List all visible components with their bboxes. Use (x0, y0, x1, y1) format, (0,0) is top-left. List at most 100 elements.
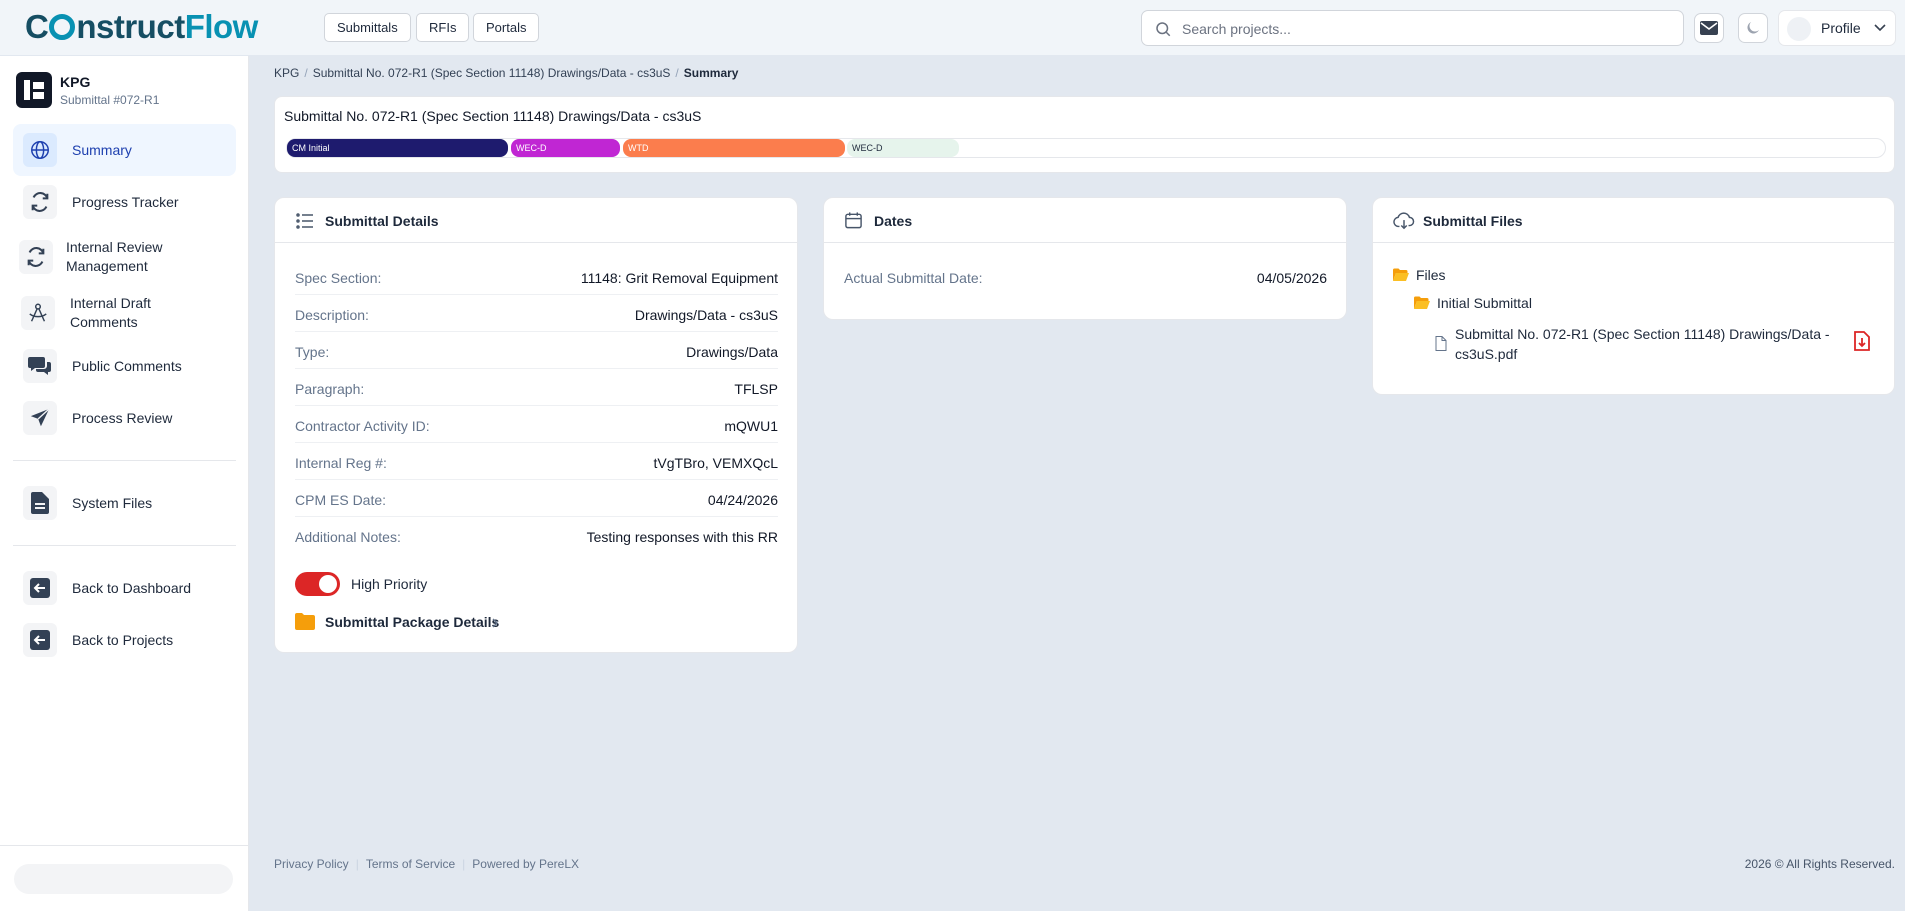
folder-icon (295, 613, 315, 630)
document-icon (1435, 336, 1447, 351)
theme-toggle-button[interactable] (1738, 13, 1768, 43)
profile-label: Profile (1821, 20, 1861, 36)
globe-icon (23, 133, 57, 167)
footer-link-privacy[interactable]: Privacy Policy (274, 857, 349, 871)
file-icon (23, 486, 57, 520)
sidebar-item-back-to-dashboard[interactable]: Back to Dashboard (13, 562, 236, 614)
package-label: Submittal Package Details (325, 614, 500, 630)
messages-button[interactable] (1694, 13, 1724, 43)
dates-card: Dates Actual Submittal Date: 04/05/2026 (823, 197, 1347, 320)
detail-row: Paragraph: TFLSP (295, 369, 778, 406)
date-label: Actual Submittal Date: (844, 270, 983, 286)
page-title: Submittal No. 072-R1 (Spec Section 11148… (284, 108, 702, 124)
detail-label: Spec Section: (295, 270, 382, 286)
sidebar-item-internal-draft-comments[interactable]: Internal Draft Comments (13, 287, 236, 339)
detail-row: Description: Drawings/Data - cs3uS (295, 295, 778, 332)
detail-row: Internal Reg #: tVgTBro, VEMXQcL (295, 443, 778, 480)
sidebar-item-process-review[interactable]: Process Review (13, 392, 236, 444)
file-name-line: Submittal No. 072-R1 (Spec Section 11148… (1455, 326, 1830, 342)
submittal-details-card: Submittal Details Spec Section: 11148: Gr… (274, 197, 798, 653)
detail-label: Contractor Activity ID: (295, 418, 430, 434)
sidebar-item-system-files[interactable]: System Files (13, 477, 236, 529)
card-title: Submittal Files (1423, 213, 1523, 229)
date-row: Actual Submittal Date: 04/05/2026 (844, 258, 1327, 295)
refresh-icon (23, 185, 57, 219)
footer-link-powered-by[interactable]: Powered by PereLX (472, 857, 579, 871)
submittal-package-details-link[interactable]: Submittal Package Details (295, 610, 515, 634)
nav-rfis-button[interactable]: RFIs (416, 13, 470, 42)
stage-segment[interactable]: CM Initial (287, 139, 508, 157)
detail-value: mQWU1 (724, 418, 778, 434)
detail-row: Type: Drawings/Data (295, 332, 778, 369)
sidebar-item-internal-review-management[interactable]: Internal Review Management (13, 231, 236, 283)
avatar (1787, 17, 1811, 41)
sidebar-item-label: Public Comments (72, 358, 182, 374)
detail-row: Additional Notes: Testing responses with … (295, 517, 778, 554)
stage-segment[interactable]: WEC-D (511, 139, 620, 157)
sidebar-footer-pill[interactable] (14, 864, 233, 894)
detail-label: Type: (295, 344, 330, 360)
detail-label: Internal Reg #: (295, 455, 387, 471)
stage-segment[interactable]: WEC-D (847, 139, 959, 157)
detail-value: Drawings/Data (686, 344, 778, 360)
footer-links: Privacy Policy | Terms of Service | Powered … (274, 857, 580, 871)
nav-submittals-button[interactable]: Submittals (324, 13, 411, 42)
project-subtitle: Submittal #072-R1 (60, 93, 160, 107)
detail-label: CPM ES Date: (295, 492, 387, 508)
tree-folder-initial-submittal[interactable]: Initial Submittal (1414, 295, 1532, 311)
paper-plane-icon (23, 401, 57, 435)
project-logo-icon (16, 72, 52, 108)
sidebar-divider (13, 545, 236, 546)
sidebar-item-progress-tracker[interactable]: Progress Tracker (13, 176, 236, 228)
nav-portals-button[interactable]: Portals (473, 13, 540, 42)
sidebar-footer-divider (0, 845, 249, 846)
date-value: 04/05/2026 (1256, 270, 1327, 286)
sidebar-item-label: Back to Dashboard (72, 580, 192, 596)
detail-row: Contractor Activity ID: mQWU1 (295, 406, 778, 443)
breadcrumb-item[interactable]: KPG (274, 66, 299, 80)
footer-link-terms[interactable]: Terms of Service (366, 857, 455, 871)
submittal-files-card: Submittal Files Files Initial Submittal … (1372, 197, 1895, 395)
envelope-icon (1700, 21, 1718, 35)
card-header: Dates (824, 198, 1346, 243)
detail-row: CPM ES Date: 04/24/2026 (295, 480, 778, 517)
app-logo[interactable]: CnstructFlow (25, 8, 258, 46)
file-name-line: cs3uS.pdf (1455, 346, 1518, 362)
detail-value: 11148: Grit Removal Equipment (580, 270, 778, 286)
folder-open-icon (1393, 268, 1409, 281)
tree-file-item[interactable]: Submittal No. 072-R1 (Spec Section 11148… (1455, 324, 1855, 364)
profile-menu[interactable]: Profile (1778, 10, 1896, 46)
search-input[interactable] (1182, 18, 1662, 40)
sidebar-item-public-comments[interactable]: Public Comments (13, 340, 236, 392)
detail-value: Testing responses with this RR (586, 529, 778, 545)
breadcrumb-current: Summary (683, 66, 739, 80)
arrow-left-box-icon (23, 571, 57, 605)
sidebar-item-summary[interactable]: Summary (13, 124, 236, 176)
breadcrumb: KPG / Submittal No. 072-R1 (Spec Section 1… (274, 66, 739, 80)
card-title: Dates (874, 213, 913, 229)
project-name: KPG (60, 74, 91, 90)
stage-segment[interactable]: WTD (623, 139, 845, 157)
tree-folder-label: Initial Submittal (1437, 295, 1532, 311)
sidebar: KPG Submittal #072-R1 Summary Progress T… (0, 56, 249, 911)
pdf-download-icon[interactable] (1854, 331, 1870, 351)
sidebar-divider (13, 460, 236, 461)
sidebar-item-label: Internal Review Management (66, 239, 163, 274)
top-bar: CnstructFlow Submittals RFIs Portals Pro… (0, 0, 1905, 56)
detail-value: 04/24/2026 (707, 492, 778, 508)
comments-icon (23, 349, 57, 383)
high-priority-toggle[interactable] (295, 572, 340, 596)
detail-row: Spec Section: 11148: Grit Removal Equipme… (295, 258, 778, 295)
compass-icon (21, 296, 55, 330)
footer-copyright: 2026 © All Rights Reserved. (1744, 857, 1895, 871)
sidebar-item-label: Internal Draft Comments (70, 295, 151, 330)
sidebar-item-label: Back to Projects (72, 632, 174, 648)
detail-value: tVgTBro, VEMXQcL (653, 455, 778, 471)
search-box (1141, 10, 1684, 46)
breadcrumb-item[interactable]: Submittal No. 072-R1 (Spec Section 11148… (313, 66, 671, 80)
sidebar-item-label: System Files (72, 495, 153, 511)
sidebar-item-back-to-projects[interactable]: Back to Projects (13, 614, 236, 666)
folder-open-icon (1414, 296, 1430, 309)
tree-folder-files[interactable]: Files (1393, 267, 1446, 283)
moon-icon (1747, 22, 1759, 34)
